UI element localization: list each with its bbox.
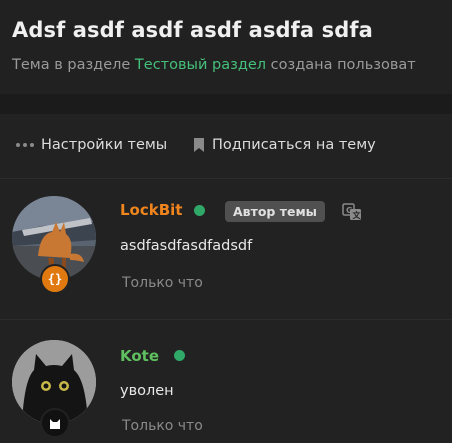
post-time[interactable]: Только что — [122, 418, 203, 434]
svg-text:文: 文 — [353, 210, 362, 220]
subtitle-suffix: создана пользоват — [266, 57, 416, 73]
cat-icon — [40, 408, 70, 438]
header-separator — [0, 94, 452, 114]
post-username[interactable]: LockBit — [120, 201, 182, 219]
thread-settings-button[interactable]: Настройки темы — [16, 137, 167, 153]
post-message: asdfasdfasdfadsdf — [120, 238, 253, 254]
section-link[interactable]: Тестовый раздел — [135, 57, 266, 73]
thread-header: Adsf asdf asdf asdf asdfa sdfa Тема в ра… — [0, 0, 452, 94]
thread-subtitle: Тема в разделе Тестовый раздел создана п… — [12, 57, 416, 73]
more-dots-icon — [16, 143, 34, 147]
curly-braces-icon: {} — [40, 264, 70, 294]
author-badge: Автор темы — [225, 201, 325, 222]
post-username[interactable]: Kote — [120, 347, 159, 365]
subscribe-button[interactable]: Подписаться на тему — [193, 137, 376, 153]
subscribe-label: Подписаться на тему — [212, 137, 376, 153]
translate-icon[interactable]: G 文 — [342, 203, 362, 225]
post-message: уволен — [120, 383, 174, 399]
subtitle-prefix: Тема в разделе — [12, 57, 135, 73]
thread-toolbar: Настройки темы Подписаться на тему — [0, 114, 452, 179]
thread-settings-label: Настройки темы — [41, 137, 168, 153]
online-indicator — [194, 205, 205, 216]
online-indicator — [174, 350, 185, 361]
thread-title: Adsf asdf asdf asdf asdfa sdfa — [12, 18, 373, 42]
bookmark-icon — [194, 138, 204, 152]
post-time[interactable]: Только что — [122, 275, 203, 291]
